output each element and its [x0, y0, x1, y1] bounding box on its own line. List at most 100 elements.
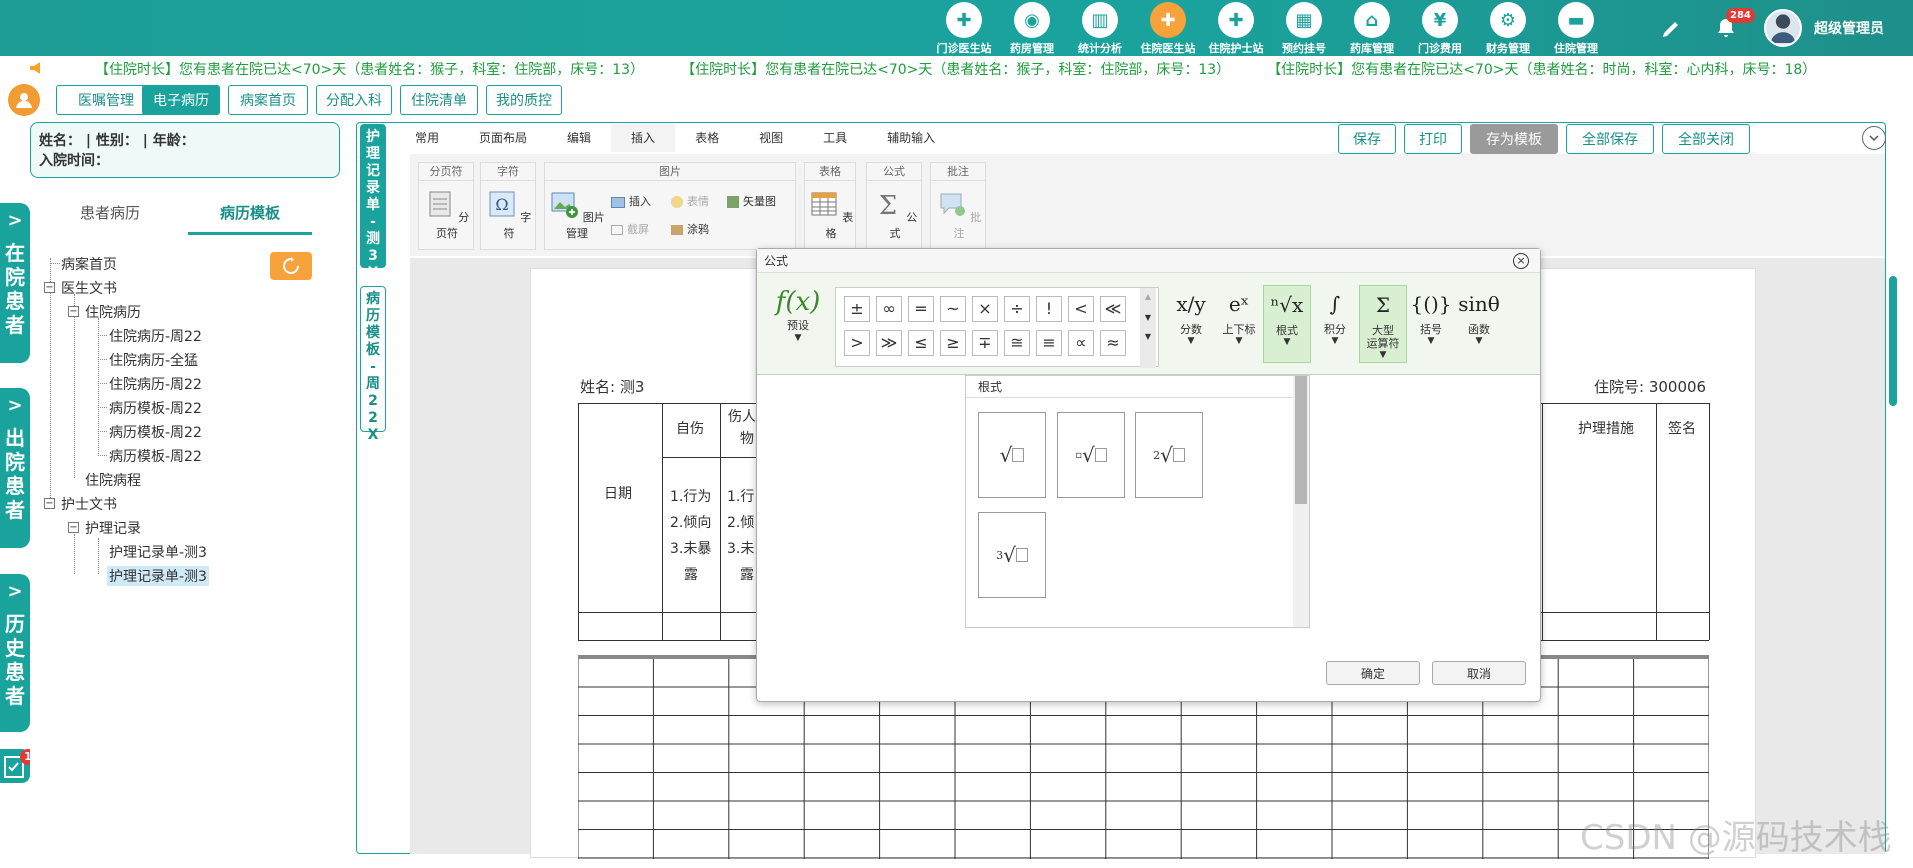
symbol-button[interactable]: ≪	[1100, 296, 1126, 322]
tree-item-inpatient-record[interactable]: 住院病历	[85, 302, 141, 322]
symbol-button[interactable]: =	[908, 296, 934, 322]
symbol-button[interactable]: ≅	[1004, 330, 1030, 356]
save-all-button[interactable]: 全部保存	[1566, 124, 1654, 154]
symbol-button[interactable]: ≫	[876, 330, 902, 356]
formula-tool-2[interactable]: ⁿ√x 根式 ▼	[1263, 285, 1311, 363]
module-tab-0[interactable]: 医嘱管理	[56, 85, 156, 115]
nav-item-7[interactable]: ¥ 门诊费用	[1406, 0, 1474, 56]
scribble-button[interactable]: 涂鸦	[671, 221, 731, 237]
symbol-button[interactable]: !	[1036, 296, 1062, 322]
marquee-message[interactable]: 【住院时长】您有患者在院已达<70>天（患者姓名：猴子，科室：住院部，床号：13…	[95, 62, 644, 78]
module-tab-1[interactable]: 电子病历	[142, 85, 220, 115]
user-menu-button[interactable]	[8, 84, 40, 116]
save-button[interactable]: 保存	[1338, 124, 1396, 154]
preset-button[interactable]: f(x) 预设 ▼	[773, 287, 823, 343]
refresh-button[interactable]	[270, 252, 312, 280]
side-tab-discharged[interactable]: > 出院患者	[0, 388, 30, 548]
ribbon-tab-6[interactable]: 工具	[803, 124, 867, 152]
symbol-button[interactable]: ≤	[908, 330, 934, 356]
tree-collapse-toggle[interactable]: −	[68, 306, 79, 317]
symbol-button[interactable]: ∝	[1068, 330, 1094, 356]
char-button[interactable]: Ω 字符	[485, 189, 533, 241]
radical-cube-root-button[interactable]: 3 √	[978, 512, 1046, 598]
symbol-button[interactable]: ≥	[940, 330, 966, 356]
symbol-scrollbar[interactable]: ▲ ▼ ▼	[1140, 288, 1156, 368]
document-scrollbar[interactable]	[1889, 276, 1897, 406]
doc-tab-template[interactable]: 病历模板-周22 X	[360, 286, 386, 443]
side-tab-history[interactable]: > 历史患者	[0, 574, 30, 732]
module-tab-4[interactable]: 住院清单	[400, 85, 478, 115]
tab-record-templates[interactable]: 病历模板	[220, 202, 280, 223]
symbol-button[interactable]: ±	[844, 296, 870, 322]
formula-tool-0[interactable]: x/y 分数 ▼	[1167, 285, 1215, 363]
module-tab-3[interactable]: 分配入科	[316, 85, 392, 115]
nav-item-4[interactable]: ✚ 住院护士站	[1202, 0, 1270, 56]
tree-item-case-home[interactable]: 病案首页	[61, 254, 117, 274]
nav-item-3[interactable]: ✚ 住院医生站	[1134, 0, 1202, 56]
symbol-button[interactable]: <	[1068, 296, 1094, 322]
scroll-up-icon[interactable]: ▲	[1140, 292, 1156, 301]
tree-item-record[interactable]: 住院病历-全猛	[109, 350, 198, 370]
ribbon-tab-2[interactable]: 编辑	[547, 124, 611, 152]
doc-tab-nursing-sheet[interactable]: 护理记录单-测3 X	[360, 124, 386, 281]
confirm-button[interactable]: 确定	[1326, 661, 1420, 685]
tree-item-nursing-record[interactable]: 护理记录	[85, 518, 141, 538]
radical-sqrt-button[interactable]: √	[978, 412, 1046, 498]
screenshot-button[interactable]: 截屏	[611, 221, 671, 237]
close-icon[interactable]: ×	[1513, 253, 1529, 269]
cancel-button[interactable]: 取消	[1432, 661, 1526, 685]
emoji-button[interactable]: 表情	[671, 193, 731, 209]
ribbon-tab-3[interactable]: 插入	[611, 124, 676, 152]
marquee-message[interactable]: 【住院时长】您有患者在院已达<70>天（患者姓名：猴子，科室：住院部，床号：13…	[688, 62, 1230, 78]
side-tab-in-hospital[interactable]: > 在院患者	[0, 203, 30, 363]
scroll-more-icon[interactable]: ▼	[1140, 332, 1156, 341]
formula-tool-6[interactable]: sinθ 函数 ▼	[1455, 285, 1503, 363]
nav-item-8[interactable]: ⚙ 财务管理	[1474, 0, 1542, 56]
pencil-icon[interactable]	[1660, 16, 1684, 40]
tree-collapse-toggle[interactable]: −	[68, 522, 79, 533]
formula-button[interactable]: Σ 公式	[871, 189, 919, 241]
tree-item-record[interactable]: 住院病历-周22	[109, 326, 202, 346]
image-insert-button[interactable]: 插入	[611, 193, 671, 209]
save-as-template-button[interactable]: 存为模板	[1470, 124, 1558, 154]
formula-tool-1[interactable]: eˣ 上下标 ▼	[1215, 285, 1263, 363]
nav-item-1[interactable]: ◉ 药房管理	[998, 0, 1066, 56]
tree-item-record[interactable]: 住院病历-周22	[109, 374, 202, 394]
table-button[interactable]: 表格	[807, 189, 855, 241]
symbol-button[interactable]: ≈	[1100, 330, 1126, 356]
module-tab-2[interactable]: 病案首页	[228, 85, 308, 115]
nav-item-5[interactable]: ▦ 预约挂号	[1270, 0, 1338, 56]
symbol-button[interactable]: ∓	[972, 330, 998, 356]
notification-bell[interactable]: 284	[1714, 8, 1755, 40]
marquee-message[interactable]: 【住院时长】您有患者在院已达<70>天（患者姓名：时尚，科室：心内科，床号：18…	[1274, 62, 1816, 78]
symbol-button[interactable]: ÷	[1004, 296, 1030, 322]
ribbon-tab-0[interactable]: 常用	[395, 124, 459, 152]
comment-button[interactable]: 批注	[935, 189, 983, 241]
print-button[interactable]: 打印	[1404, 124, 1462, 154]
nav-item-0[interactable]: ✚ 门诊医生站	[930, 0, 998, 56]
formula-tool-4[interactable]: Σ 大型 运算符 ▼	[1359, 285, 1407, 363]
formula-tool-3[interactable]: ∫ 积分 ▼	[1311, 285, 1359, 363]
symbol-button[interactable]: >	[844, 330, 870, 356]
scroll-thumb[interactable]	[1295, 376, 1307, 504]
ribbon-tab-7[interactable]: 辅助输入	[867, 124, 955, 152]
tree-item-course[interactable]: 住院病程	[85, 470, 141, 490]
symbol-button[interactable]: ≡	[1036, 330, 1062, 356]
tree-item-nursing-sheet[interactable]: 护理记录单-测3	[109, 542, 207, 562]
tree-item-nurse-docs[interactable]: 护士文书	[61, 494, 117, 514]
symbol-button[interactable]: ∞	[876, 296, 902, 322]
ribbon-tab-4[interactable]: 表格	[675, 124, 739, 152]
avatar[interactable]	[1764, 9, 1802, 47]
formula-tool-5[interactable]: {()} 括号 ▼	[1407, 285, 1455, 363]
tree-item-nursing-sheet-selected[interactable]: 护理记录单-测3	[107, 566, 209, 586]
image-manage-button[interactable]: 图片管理	[549, 189, 605, 241]
nav-item-2[interactable]: ▥ 统计分析	[1066, 0, 1134, 56]
symbol-button[interactable]: ×	[972, 296, 998, 322]
tree-item-record[interactable]: 病历模板-周22	[109, 422, 202, 442]
radical-nth-root-button[interactable]: ▫ √	[1057, 412, 1125, 498]
nav-item-9[interactable]: ▬ 住院管理	[1542, 0, 1610, 56]
tree-item-record[interactable]: 病历模板-周22	[109, 398, 202, 418]
radical-square-root-button[interactable]: 2 √	[1135, 412, 1203, 498]
nav-item-6[interactable]: ⌂ 药库管理	[1338, 0, 1406, 56]
username[interactable]: 超级管理员	[1814, 18, 1884, 38]
